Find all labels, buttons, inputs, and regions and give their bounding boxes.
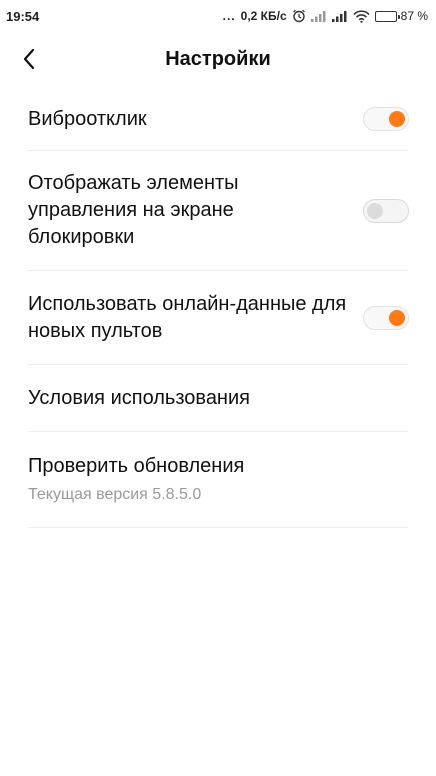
lock-screen-toggle[interactable] — [363, 198, 409, 223]
setting-check-update-title: Проверить обновления — [28, 455, 245, 477]
chevron-left-icon — [23, 48, 35, 70]
current-version: Текущая версия 5.8.5.0 — [28, 486, 202, 503]
app-header: Настройки — [0, 36, 436, 82]
settings-screen: 19:54 ... 0,2 КБ/с 87 % Настройки Виброо… — [0, 0, 436, 776]
battery-percent: 87 % — [400, 9, 428, 23]
status-icons: ... 0,2 КБ/с 87 % — [223, 9, 428, 23]
signal-icon — [331, 10, 348, 22]
setting-terms-title: Условия использования — [28, 386, 250, 409]
battery-indicator: 87 % — [374, 9, 428, 23]
status-dots: ... — [222, 9, 236, 23]
setting-lock-screen-title: Отображать элементы управления на экране… — [28, 172, 239, 248]
setting-lock-screen[interactable]: Отображать элементы управления на экране… — [28, 151, 409, 271]
setting-check-update[interactable]: Проверить обновления Текущая версия 5.8.… — [28, 432, 408, 528]
status-bar: 19:54 ... 0,2 КБ/с 87 % — [0, 0, 436, 32]
setting-vibro-text: Виброотклик — [28, 106, 147, 133]
wifi-icon — [353, 9, 370, 23]
online-data-toggle[interactable] — [363, 305, 409, 330]
setting-vibro[interactable]: Виброотклик — [28, 88, 409, 151]
setting-terms[interactable]: Условия использования — [28, 365, 408, 432]
setting-check-update-text: Проверить обновления Текущая версия 5.8.… — [28, 453, 244, 506]
setting-online-data-text: Использовать онлайн-данные для новых пул… — [28, 291, 358, 345]
setting-terms-text: Условия использования — [28, 385, 250, 412]
battery-icon — [374, 10, 400, 22]
page-title: Настройки — [165, 47, 271, 70]
setting-lock-screen-text: Отображать элементы управления на экране… — [28, 170, 318, 251]
network-speed: 0,2 КБ/с — [240, 9, 287, 23]
vibro-toggle[interactable] — [363, 107, 409, 131]
setting-online-data-title: Использовать онлайн-данные для новых пул… — [28, 292, 347, 342]
toggle-knob — [389, 111, 405, 127]
setting-vibro-title: Виброотклик — [28, 107, 147, 130]
toggle-knob — [389, 309, 405, 326]
toggle-knob — [367, 202, 383, 219]
status-time: 19:54 — [6, 8, 40, 24]
settings-list: Виброотклик Отображать элементы управлен… — [0, 88, 436, 528]
alarm-icon — [292, 9, 306, 23]
setting-online-data[interactable]: Использовать онлайн-данные для новых пул… — [28, 271, 409, 365]
signal-icon — [310, 10, 327, 22]
back-button[interactable] — [12, 41, 48, 77]
